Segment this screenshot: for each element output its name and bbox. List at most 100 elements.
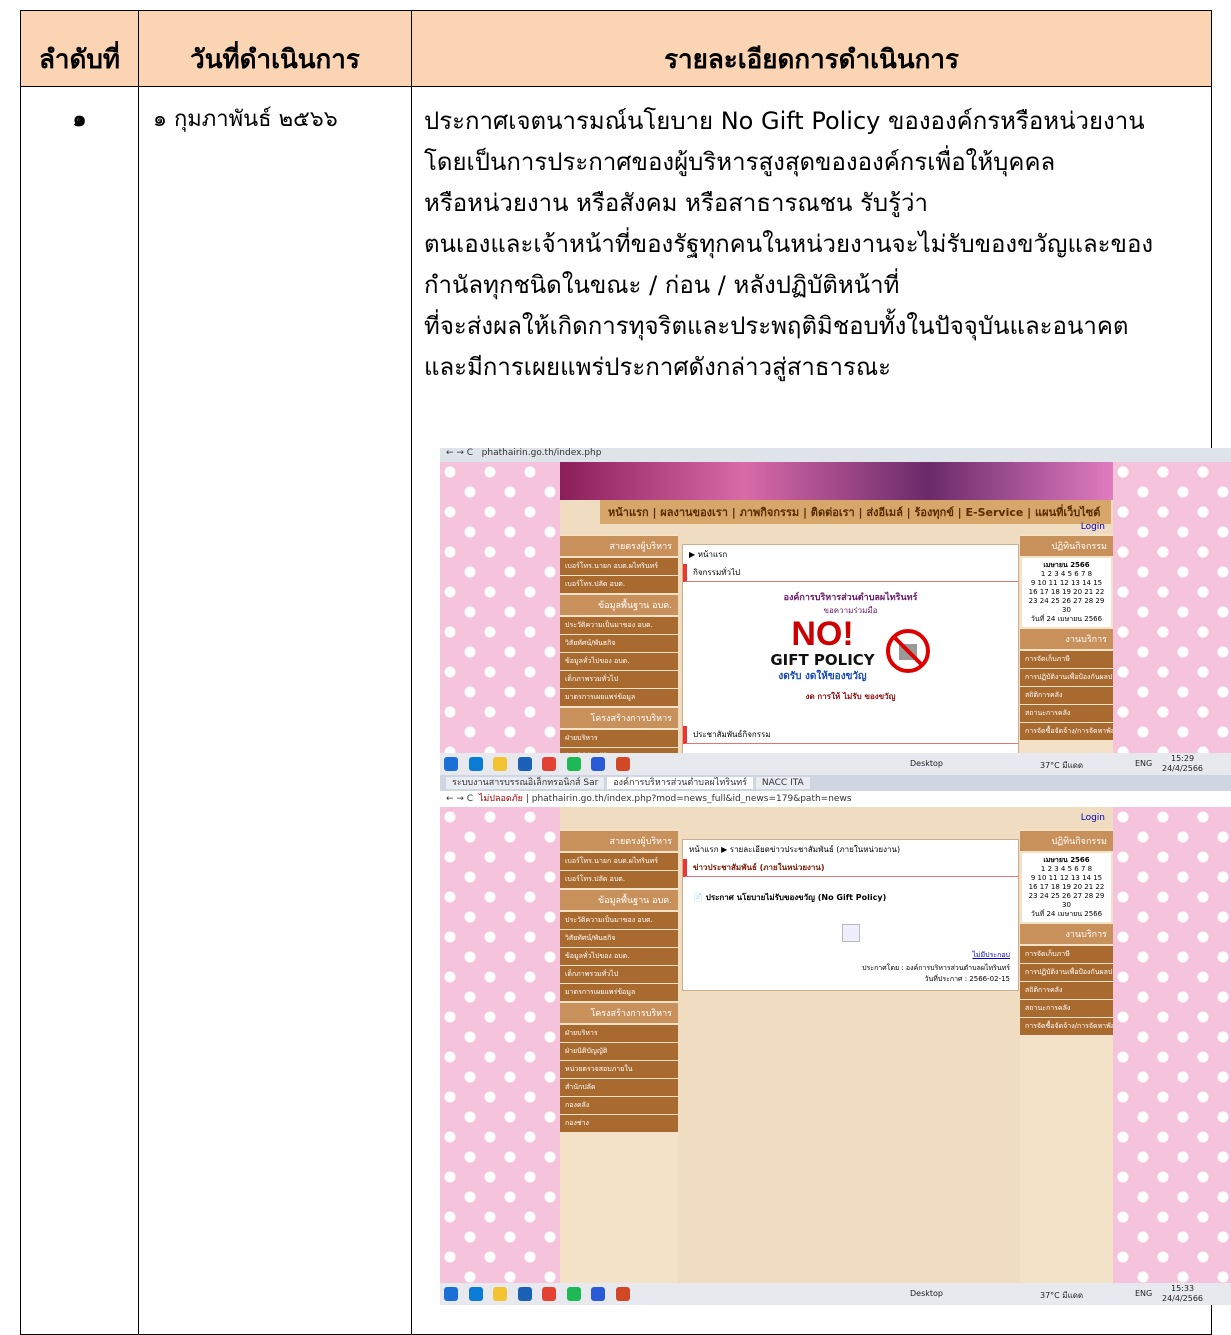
word-icon[interactable] (591, 757, 606, 771)
store-icon[interactable] (517, 757, 532, 771)
content-panel: ▶ หน้าแรก กิจกรรมทั่วไป องค์การบริหารส่ว… (682, 544, 1019, 755)
word-icon[interactable] (591, 1287, 606, 1301)
left-sidebar: สายตรงผู้บริหาร เบอร์โทร.นายก อบต.ผไทริน… (560, 534, 678, 775)
sidebar-item[interactable]: ประวัติความเป็นมาของ อบต. (560, 617, 678, 634)
section-title: ข่าวประชาสัมพันธ์ (ภายในหน่วยงาน) (683, 859, 1018, 877)
line-icon[interactable] (566, 1287, 581, 1301)
login-link[interactable]: Login (1081, 813, 1105, 823)
clock: 15:33 24/4/2566 (1162, 1284, 1204, 1303)
store-icon[interactable] (517, 1287, 532, 1301)
announced-date: วันที่ประกาศ : 2566-02-15 (924, 975, 1010, 983)
chrome-icon[interactable] (542, 1287, 557, 1301)
sidebar-item[interactable]: ประวัติความเป็นมาของ อบต. (560, 912, 678, 929)
sidebar-item[interactable]: การจัดเก็บภาษี (1020, 946, 1113, 963)
sidebar-item[interactable]: การจัดเก็บภาษี (1020, 651, 1113, 668)
site-body: Login สายตรงผู้บริหาร เบอร์โทร.นายก อบต.… (560, 807, 1113, 1283)
sidebar-item[interactable]: เบอร์โทร.ปลัด อบต. (560, 576, 678, 593)
sidebar-item[interactable]: ฝ่ายบริหาร (560, 1025, 678, 1042)
line-icon[interactable] (566, 757, 581, 771)
website-screenshot-1: ← → C phathairin.go.th/index.php หน้าแรก… (440, 448, 1231, 775)
right-sidebar: ปฏิทินกิจกรรม เมษายน 2566 1 2 3 4 5 6 7 8… (1020, 829, 1113, 1283)
row-number: ๑ (20, 86, 139, 1335)
weather: 37°C มีแดด (1040, 761, 1084, 770)
sidebar-item[interactable]: ฝ่ายนิติบัญญัติ (560, 1043, 678, 1060)
sidebar-heading: งานบริการ (1020, 629, 1113, 649)
sidebar-item[interactable]: มาตรการเผยแพร่ข้อมูล (560, 984, 678, 1001)
sidebar-item[interactable]: เบอร์โทร.นายก อบต.ผไทรินทร์ (560, 853, 678, 870)
sidebar-heading: สายตรงผู้บริหาร (560, 831, 678, 851)
chrome-icon[interactable] (542, 757, 557, 771)
login-link[interactable]: Login (1081, 522, 1105, 532)
browser-tab[interactable]: ระบบงานสารบรรณอิเล็กทรอนิกส์ Sar (446, 777, 605, 789)
sidebar-item[interactable]: วิสัยทัศน์/พันธกิจ (560, 635, 678, 652)
calendar[interactable]: เมษายน 2566 1 2 3 4 5 6 7 89 10 11 12 13 … (1022, 853, 1111, 922)
sidebar-item[interactable]: ฝ่ายบริหาร (560, 730, 678, 747)
detail-line: หรือหน่วยงาน หรือสังคม หรือสาธารณชน รับร… (424, 189, 928, 217)
detail-line: ประกาศเจตนารมณ์นโยบาย No Gift Policy ของ… (424, 107, 1145, 135)
header-detail: รายละเอียดการดำเนินการ (411, 10, 1212, 87)
sidebar-heading: ข้อมูลพื้นฐาน อบต. (560, 890, 678, 910)
sidebar-item[interactable]: สถิติการคลัง (1020, 982, 1113, 999)
sidebar-heading: ปฏิทินกิจกรรม (1020, 536, 1113, 556)
powerpoint-icon[interactable] (615, 1287, 630, 1301)
right-sidebar: ปฏิทินกิจกรรม เมษายน 2566 1 2 3 4 5 6 7 8… (1020, 534, 1113, 753)
folder-icon[interactable] (493, 1287, 508, 1301)
poster-gift-policy: GIFT POLICY (770, 651, 875, 669)
broken-image-icon (841, 924, 860, 942)
sidebar-item[interactable]: การจัดซื้อจัดจ้าง/การจัดหาพัสดุ (1020, 1018, 1113, 1035)
address-bar[interactable]: ← → C ไม่ปลอดภัย | phathairin.go.th/inde… (440, 791, 1231, 807)
browser-tabs: ระบบงานสารบรรณอิเล็กทรอนิกส์ Sar องค์การ… (440, 775, 1231, 791)
sidebar-heading: โครงสร้างการบริหาร (560, 708, 678, 728)
powerpoint-icon[interactable] (615, 757, 630, 771)
folder-icon[interactable] (493, 757, 508, 771)
row-date: ๑ กุมภาพันธ์ ๒๕๖๖ (138, 86, 412, 1335)
website-screenshot-2: ระบบงานสารบรรณอิเล็กทรอนิกส์ Sar องค์การ… (440, 775, 1231, 1305)
language: ENG (1135, 759, 1153, 768)
sidebar-item[interactable]: ข้อมูลทั่วไปของ อบต. (560, 948, 678, 965)
sidebar-item[interactable]: หน่วยตรวจสอบภายใน (560, 1061, 678, 1078)
sidebar-heading: สายตรงผู้บริหาร (560, 536, 678, 556)
calendar[interactable]: เมษายน 2566 1 2 3 4 5 6 7 89 10 11 12 13 … (1022, 558, 1111, 627)
taskbar: Desktop 37°C มีแดด ENG 15:33 24/4/2566 (440, 1283, 1231, 1305)
floral-bg-right (1113, 462, 1231, 753)
edge-icon[interactable] (468, 1287, 483, 1301)
sidebar-item[interactable]: การปฏิบัติงานเพื่อป้องกันผลประโยชน์ทับซ้… (1020, 669, 1113, 686)
sidebar-item[interactable]: กองช่าง (560, 1115, 678, 1132)
sidebar-heading: งานบริการ (1020, 924, 1113, 944)
breadcrumb: ▶ หน้าแรก (689, 550, 728, 559)
site-body: หน้าแรก | ผลงานของเรา | ภาพกิจกรรม | ติด… (560, 462, 1113, 775)
browser-tab[interactable]: องค์การบริหารส่วนตำบลผไทรินทร์ (607, 777, 754, 789)
sidebar-item[interactable]: เบอร์โทร.นายก อบต.ผไทรินทร์ (560, 558, 678, 575)
sidebar-item[interactable]: การจัดซื้อจัดจ้าง/การจัดหาพัสดุ (1020, 723, 1113, 740)
sidebar-item[interactable]: มาตรการเผยแพร่ข้อมูล (560, 689, 678, 706)
floral-bg-left (440, 807, 560, 1283)
detail-line: โดยเป็นการประกาศของผู้บริหารสูงสุดขององค… (424, 148, 1056, 176)
no-gift-poster: องค์การบริหารส่วนตำบลผไทรินทร์ ขอความร่ว… (683, 590, 1018, 703)
breadcrumb: หน้าแรก ▶ รายละเอียดข่าวประชาสัมพันธ์ (ภ… (689, 845, 901, 854)
sidebar-item[interactable]: สถานะการคลัง (1020, 1000, 1113, 1017)
sidebar-item[interactable]: สำนักปลัด (560, 1079, 678, 1096)
sidebar-item[interactable]: สถิติการคลัง (1020, 687, 1113, 704)
poster-no: NO! (791, 615, 854, 653)
sidebar-item[interactable]: การปฏิบัติงานเพื่อป้องกันผลประโยชน์ทับซ้… (1020, 964, 1113, 981)
news-item[interactable]: 📄 ประกาศ นโยบายไม่รับของขวัญ (No Gift Po… (683, 877, 1018, 918)
sidebar-item[interactable]: เบอร์โทร.ปลัด อบต. (560, 871, 678, 888)
sidebar-item[interactable]: วิสัยทัศน์/พันธกิจ (560, 930, 678, 947)
sidebar-item[interactable]: กองคลัง (560, 1097, 678, 1114)
poster-slogan: งดรับ งดให้ของขวัญ (778, 671, 867, 682)
sidebar-item[interactable]: สถานะการคลัง (1020, 705, 1113, 722)
desktop-label: Desktop (910, 1289, 943, 1298)
sidebar-heading: ข้อมูลพื้นฐาน อบต. (560, 595, 678, 615)
sidebar-item[interactable]: เด็กภาพรวมทั่วไป (560, 966, 678, 983)
windows-icon[interactable] (444, 757, 458, 771)
main-nav[interactable]: หน้าแรก | ผลงานของเรา | ภาพกิจกรรม | ติด… (600, 500, 1111, 524)
sidebar-item[interactable]: ข้อมูลทั่วไปของ อบต. (560, 653, 678, 670)
header-banner (560, 462, 1113, 500)
sidebar-item[interactable]: เด็กภาพรวมทั่วไป (560, 671, 678, 688)
windows-icon[interactable] (444, 1287, 458, 1301)
edge-icon[interactable] (468, 757, 483, 771)
attachment-link[interactable]: ไม่มีประกอบ (683, 948, 1018, 963)
browser-tab[interactable]: NACC ITA (755, 777, 810, 789)
header-number: ลำดับที่ (20, 10, 139, 87)
detail-line: และมีการเผยแพร่ประกาศดังกล่าวสู่สาธารณะ (424, 353, 891, 381)
